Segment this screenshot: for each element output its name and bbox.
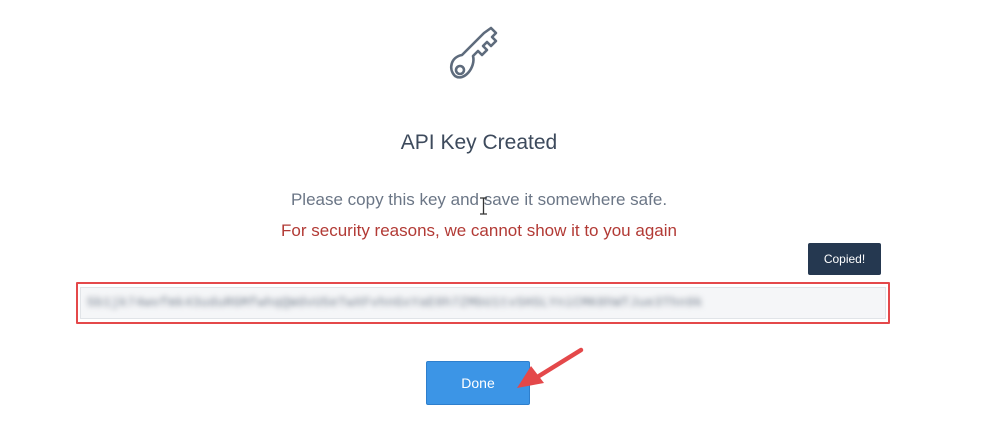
api-key-created-dialog: API Key Created Please copy this key and…	[0, 0, 982, 431]
security-warning-text: For security reasons, we cannot show it …	[281, 221, 677, 240]
text-cursor-icon	[480, 197, 487, 215]
copied-tooltip: Copied!	[808, 243, 881, 275]
page-title: API Key Created	[400, 131, 558, 154]
api-key-value: 5b1jk74wvfmk43uduRGMfwhqQWdvU5eTwXFvhnGx…	[87, 295, 703, 310]
red-arrow-annotation	[517, 347, 584, 388]
key-icon	[449, 26, 498, 79]
api-key-field[interactable]: 5b1jk74wvfmk43uduRGMfwhqQWdvU5eTwXFvhnGx…	[80, 287, 886, 319]
